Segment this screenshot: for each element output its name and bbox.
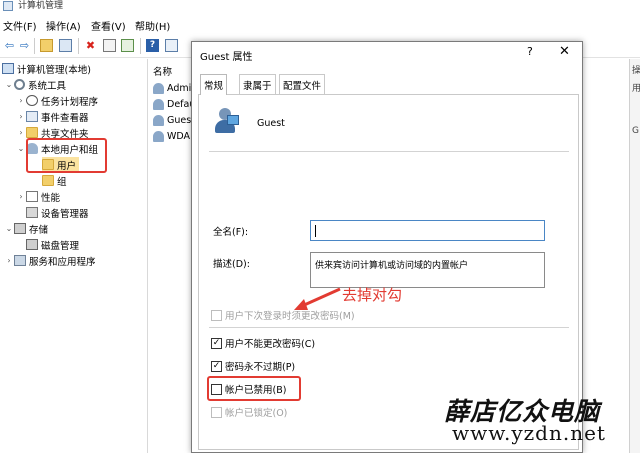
export-icon[interactable] (121, 39, 134, 52)
description-field[interactable]: 供来宾访问计算机或访问域的内置帐户 (310, 252, 545, 288)
tree-item-groups[interactable]: 组 (42, 173, 67, 188)
username-label: Guest (257, 118, 285, 129)
option-cannot-change-password[interactable]: ✓ 用户不能更改密码(C) (211, 336, 315, 350)
menu-help[interactable]: 帮助(H) (135, 18, 170, 33)
text-caret (315, 225, 316, 237)
navigation-tree: 计算机管理(本地) ⌄ 系统工具 › 任务计划程序 › 事件查看器 › 共享文件… (0, 59, 148, 453)
option-account-locked[interactable]: 帐户已锁定(O) (211, 405, 287, 419)
list-item[interactable]: WDA (153, 129, 190, 143)
divider (209, 151, 569, 152)
performance-icon (26, 191, 38, 202)
view-icon[interactable] (165, 39, 178, 52)
tree-item-performance[interactable]: › 性能 (16, 189, 60, 204)
back-icon[interactable]: ⇦ (3, 39, 16, 52)
user-icon (153, 114, 164, 126)
toolbar-separator (140, 38, 141, 54)
user-icon (153, 82, 164, 94)
device-manager-icon (26, 207, 38, 218)
tab-general[interactable]: 常规 (200, 74, 228, 95)
column-header-name[interactable]: 名称 (153, 64, 172, 78)
menu-file[interactable]: 文件(F) (3, 18, 37, 33)
menu-bar: 文件(F) 操作(A) 查看(V) 帮助(H) (0, 16, 640, 33)
tree-item-storage[interactable]: ⌄ 存储 (4, 221, 48, 236)
chevron-down-icon[interactable]: ⌄ (4, 80, 14, 89)
tree-item-system-tools[interactable]: ⌄ 系统工具 (4, 77, 66, 92)
chevron-down-icon[interactable]: ⌄ (16, 144, 26, 153)
title-bar: 计算机管理 (0, 0, 640, 16)
disk-icon (26, 239, 38, 250)
fullname-label: 全名(F): (213, 227, 249, 238)
checkbox[interactable] (211, 406, 222, 418)
list-item[interactable]: Guest (153, 113, 195, 127)
checkbox-checked[interactable]: ✓ (211, 360, 222, 372)
storage-icon (14, 223, 26, 234)
tree-item-event-viewer[interactable]: › 事件查看器 (16, 109, 89, 124)
chevron-right-icon[interactable]: › (16, 96, 26, 105)
computer-management-window: 计算机管理 文件(F) 操作(A) 查看(V) 帮助(H) ⇦ ⇨ ✖ ? 计算… (0, 0, 640, 453)
menu-action[interactable]: 操作(A) (46, 18, 81, 33)
checkbox[interactable] (211, 309, 222, 321)
actions-header: 操 (632, 66, 640, 76)
help-icon[interactable]: ? (527, 45, 533, 58)
window-title: 计算机管理 (18, 1, 64, 11)
chevron-right-icon[interactable]: › (4, 256, 14, 265)
list-item[interactable]: Admi (153, 81, 191, 95)
show-tree-icon[interactable] (59, 39, 72, 52)
computer-icon (2, 63, 14, 74)
checkbox-checked[interactable]: ✓ (211, 337, 222, 349)
user-icon (153, 130, 164, 142)
tree-item-task-scheduler[interactable]: › 任务计划程序 (16, 93, 98, 108)
tree-item-disk-management[interactable]: 磁盘管理 (26, 237, 79, 252)
highlight-box (207, 376, 301, 401)
shared-folder-icon (26, 127, 38, 138)
watermark-url: www.yzdn.net (452, 421, 606, 445)
annotation-arrow-icon (294, 287, 341, 310)
highlight-box (26, 138, 107, 173)
help-icon[interactable]: ? (146, 39, 159, 52)
annotation-text: 去掉对勾 (342, 286, 403, 304)
dialog-title: Guest 属性 (200, 52, 253, 63)
option-password-never-expires[interactable]: ✓ 密码永不过期(P) (211, 359, 295, 373)
chevron-right-icon[interactable]: › (16, 112, 26, 121)
menu-view[interactable]: 查看(V) (91, 18, 126, 33)
close-icon[interactable]: ✕ (559, 44, 570, 59)
folder-icon (42, 175, 54, 186)
fullname-field[interactable] (310, 220, 545, 241)
chevron-right-icon[interactable]: › (16, 192, 26, 201)
forward-icon[interactable]: ⇨ (18, 39, 31, 52)
up-folder-icon[interactable] (40, 39, 53, 52)
toolbar-separator (78, 38, 79, 54)
toolbar-separator (34, 38, 35, 54)
user-icon (213, 107, 239, 135)
description-label: 描述(D): (213, 259, 250, 270)
tools-icon (14, 79, 25, 90)
actions-item[interactable]: G (632, 126, 639, 136)
chevron-down-icon[interactable]: ⌄ (4, 224, 14, 233)
actions-item[interactable]: 用 (632, 81, 640, 94)
tab-member-of[interactable]: 隶属于 (239, 74, 276, 94)
user-icon (153, 98, 164, 110)
tree-item-root[interactable]: 计算机管理(本地) (2, 61, 91, 76)
tree-item-services-apps[interactable]: › 服务和应用程序 (4, 253, 96, 268)
clock-icon (26, 95, 38, 106)
app-icon (3, 1, 13, 11)
tab-profile[interactable]: 配置文件 (279, 74, 326, 94)
tree-item-device-manager[interactable]: 设备管理器 (26, 205, 89, 220)
list-item[interactable]: Defau (153, 97, 195, 111)
services-icon (14, 255, 26, 266)
delete-icon[interactable]: ✖ (84, 39, 97, 52)
properties-icon[interactable] (103, 39, 116, 52)
divider (209, 327, 569, 328)
chevron-right-icon[interactable]: › (16, 128, 26, 137)
event-log-icon (26, 111, 38, 122)
actions-panel: 操 用 G (629, 59, 640, 453)
